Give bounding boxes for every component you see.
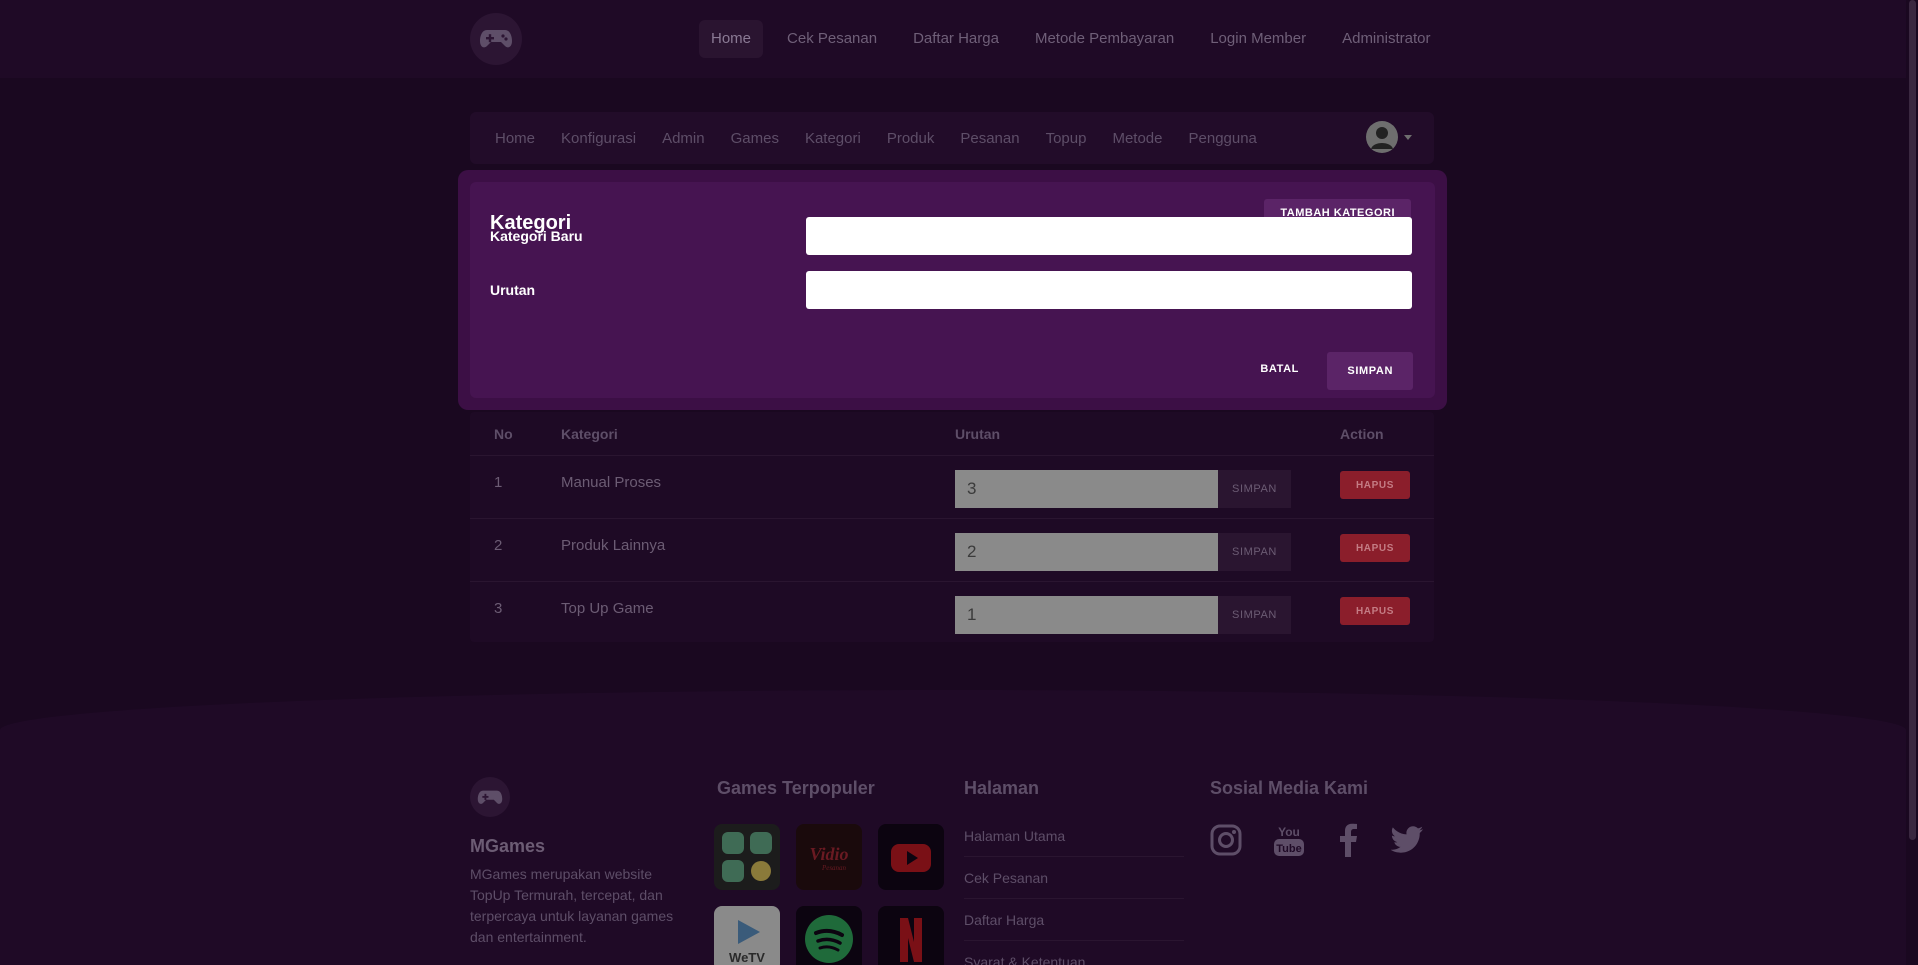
svg-text:Tube: Tube — [1276, 843, 1301, 855]
topnav-metode-pembayaran[interactable]: Metode Pembayaran — [1023, 20, 1186, 58]
adminnav-konfigurasi[interactable]: Konfigurasi — [561, 130, 636, 147]
urutan-input[interactable] — [955, 596, 1218, 634]
svg-text:Pesanan: Pesanan — [821, 864, 847, 872]
wetv-icon[interactable]: WeTV — [714, 906, 780, 965]
pages-heading: Halaman — [964, 778, 1040, 798]
adminnav-home[interactable]: Home — [495, 130, 535, 147]
kategori-baru-input[interactable] — [806, 217, 1412, 255]
row-kategori: Manual Proses — [561, 474, 662, 491]
top-navbar: Home Cek Pesanan Daftar Harga Metode Pem… — [0, 0, 1906, 78]
svg-text:You: You — [1278, 825, 1300, 839]
row-kategori: Produk Lainnya — [561, 537, 666, 554]
kategori-baru-label: Kategori Baru — [490, 228, 583, 244]
topnav-cek-pesanan[interactable]: Cek Pesanan — [775, 20, 889, 58]
col-header-kategori: Kategori — [561, 426, 618, 442]
col-header-urutan: Urutan — [955, 426, 1001, 442]
urutan-field[interactable] — [806, 271, 1412, 309]
row-kategori: Top Up Game — [561, 600, 654, 617]
site-logo[interactable] — [470, 13, 522, 65]
games-heading: Games Terpopuler — [717, 778, 875, 798]
row-save-button[interactable]: SIMPAN — [1218, 596, 1291, 634]
spotify-icon[interactable] — [796, 906, 862, 965]
svg-text:Vidio: Vidio — [809, 844, 848, 864]
topnav-daftar-harga[interactable]: Daftar Harga — [901, 20, 1011, 58]
cancel-button[interactable]: BATAL — [1248, 354, 1311, 384]
adminnav-games[interactable]: Games — [731, 130, 779, 147]
footer-link-cek-pesanan[interactable]: Cek Pesanan — [964, 870, 1184, 899]
netflix-icon[interactable] — [878, 906, 944, 965]
adminnav-kategori[interactable]: Kategori — [805, 130, 861, 147]
table-row: 2 Produk Lainnya SIMPAN HAPUS — [470, 518, 1434, 581]
caret-down-icon — [1404, 134, 1412, 140]
adminnav-admin[interactable]: Admin — [662, 130, 705, 147]
instagram-icon[interactable] — [1208, 822, 1244, 858]
adminnav-produk[interactable]: Produk — [887, 130, 935, 147]
table-row: 1 Manual Proses SIMPAN HAPUS — [470, 455, 1434, 518]
admin-navbar: Home Konfigurasi Admin Games Kategori Pr… — [470, 112, 1434, 164]
footer-description: MGames merupakan website TopUp Termurah,… — [470, 866, 674, 945]
adminnav-pesanan[interactable]: Pesanan — [960, 130, 1019, 147]
gamepad-icon — [477, 790, 503, 804]
topnav-home[interactable]: Home — [699, 20, 764, 58]
footer-brand: MGames — [470, 836, 546, 856]
topnav-administrator[interactable]: Administrator — [1330, 20, 1442, 58]
user-menu[interactable] — [1366, 121, 1412, 153]
save-button[interactable]: SIMPAN — [1327, 352, 1413, 390]
footer-logo — [470, 777, 510, 817]
footer — [0, 690, 1906, 965]
svg-text:WeTV: WeTV — [729, 950, 765, 965]
col-header-action: Action — [1340, 426, 1384, 442]
urutan-label: Urutan — [490, 282, 536, 298]
kategori-table: No Kategori Urutan Action 1 Manual Prose… — [470, 412, 1434, 642]
adminnav-metode[interactable]: Metode — [1112, 130, 1162, 147]
apps-icon[interactable] — [714, 824, 780, 890]
modal-body: Kategori TAMBAH KATEGORI Kategori Baru U… — [470, 182, 1435, 398]
footer-link-halaman-utama[interactable]: Halaman Utama — [964, 828, 1184, 857]
delete-button[interactable]: HAPUS — [1340, 534, 1410, 562]
table-row: 3 Top Up Game SIMPAN HAPUS — [470, 581, 1434, 644]
row-save-button[interactable]: SIMPAN — [1218, 470, 1291, 508]
kategori-modal: Kategori TAMBAH KATEGORI Kategori Baru U… — [458, 170, 1447, 410]
col-header-no: No — [494, 426, 513, 442]
youtube-icon[interactable] — [878, 824, 944, 890]
vertical-scrollbar[interactable] — [1906, 0, 1918, 965]
facebook-icon[interactable] — [1330, 822, 1366, 858]
vidio-icon[interactable]: Vidio Pesanan — [796, 824, 862, 890]
urutan-input[interactable] — [955, 533, 1218, 571]
row-no: 2 — [494, 537, 503, 554]
twitter-icon[interactable] — [1390, 822, 1426, 858]
row-save-button[interactable]: SIMPAN — [1218, 533, 1291, 571]
footer-link-syarat-ketentuan[interactable]: Syarat & Ketentuan — [964, 954, 1184, 965]
main-menu: Home Cek Pesanan Daftar Harga Metode Pem… — [699, 20, 1454, 58]
row-no: 1 — [494, 474, 503, 491]
delete-button[interactable]: HAPUS — [1340, 597, 1410, 625]
social-heading: Sosial Media Kami — [1210, 778, 1369, 798]
delete-button[interactable]: HAPUS — [1340, 471, 1410, 499]
gamepad-icon — [480, 30, 512, 48]
youtube-icon[interactable]: You Tube — [1271, 822, 1307, 858]
avatar-icon — [1366, 121, 1398, 153]
adminnav-pengguna[interactable]: Pengguna — [1189, 130, 1257, 147]
urutan-input[interactable] — [955, 470, 1218, 508]
topnav-login-member[interactable]: Login Member — [1198, 20, 1318, 58]
row-no: 3 — [494, 600, 503, 617]
scrollbar-thumb[interactable] — [1909, 0, 1916, 840]
footer-link-daftar-harga[interactable]: Daftar Harga — [964, 912, 1184, 941]
adminnav-topup[interactable]: Topup — [1046, 130, 1087, 147]
